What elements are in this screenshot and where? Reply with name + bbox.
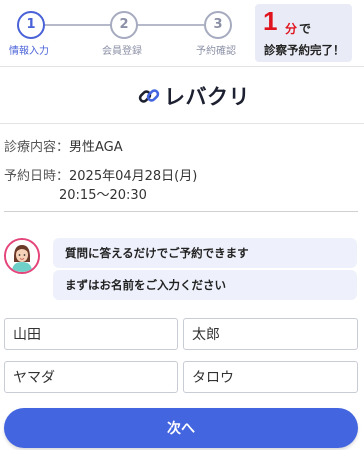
promo-text: 診察予約完了！ — [264, 43, 345, 57]
brand-logo: レバクリ — [138, 81, 250, 111]
step-connector — [42, 24, 112, 26]
next-button[interactable]: 次へ — [4, 408, 358, 448]
step-3-circle: 3 — [204, 11, 232, 39]
step-2-label: 会員登録 — [102, 46, 142, 57]
step-2-circle: 2 — [110, 11, 138, 39]
promo-badge: 1 分 で 診察予約完了！ — [255, 4, 352, 62]
first-name-input[interactable] — [183, 318, 358, 350]
chat-bubble-2: まずはお名前をご入力ください — [53, 270, 357, 300]
step-connector — [136, 24, 204, 26]
promo-suffix: で — [299, 22, 312, 36]
datetime-row: 予約日時：2025年04月28日(月) — [4, 165, 197, 184]
step-1-circle: 1 — [17, 11, 45, 39]
time-value: 20:15〜20:30 — [59, 188, 147, 203]
treatment-value: 男性AGA — [69, 140, 123, 155]
date-value: 2025年04月28日(月) — [69, 169, 198, 184]
assistant-avatar — [4, 238, 40, 274]
last-name-kana-input[interactable] — [4, 361, 178, 393]
divider — [4, 211, 358, 212]
nurse-avatar-icon — [6, 240, 38, 272]
step-1-label: 情報入力 — [9, 46, 49, 57]
first-name-kana-input[interactable] — [183, 361, 358, 393]
chain-link-icon — [138, 89, 160, 103]
logo-text: レバクリ — [164, 85, 250, 109]
datetime-label: 予約日時： — [4, 169, 70, 184]
logo-band: レバクリ — [0, 66, 364, 124]
treatment-row: 診療内容：男性AGA — [4, 136, 123, 155]
step-progress: 1 情報入力 2 会員登録 3 予約確認 1 分 で 診察予約完了！ — [0, 0, 364, 66]
promo-number: 1 — [263, 6, 278, 36]
step-3-label: 予約確認 — [196, 46, 236, 57]
last-name-input[interactable] — [4, 318, 178, 350]
treatment-label: 診療内容： — [4, 140, 70, 155]
promo-unit: 分 — [285, 22, 298, 36]
chat-bubble-1: 質問に答えるだけでご予約できます — [53, 238, 357, 268]
